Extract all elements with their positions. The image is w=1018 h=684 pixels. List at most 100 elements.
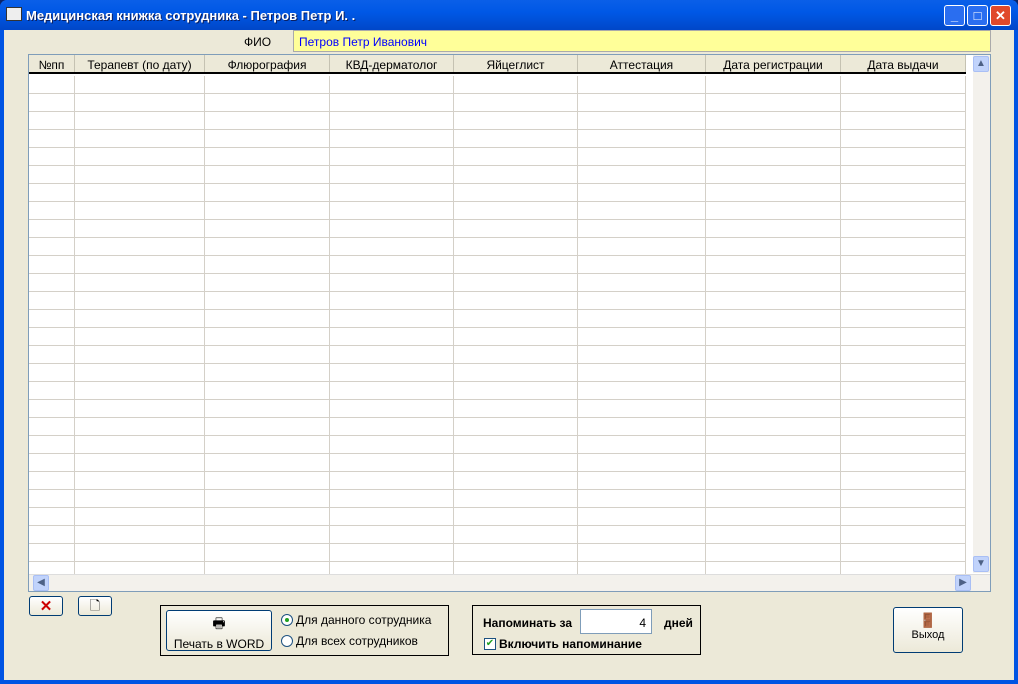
table-cell[interactable] <box>841 256 966 273</box>
table-cell[interactable] <box>841 400 966 417</box>
table-cell[interactable] <box>205 490 330 507</box>
table-cell[interactable] <box>578 490 706 507</box>
table-cell[interactable] <box>454 238 578 255</box>
table-cell[interactable] <box>578 418 706 435</box>
table-cell[interactable] <box>578 364 706 381</box>
horizontal-scrollbar[interactable]: ◀ ▶ <box>29 574 990 591</box>
table-cell[interactable] <box>330 76 454 93</box>
table-cell[interactable] <box>75 508 205 525</box>
table-cell[interactable] <box>330 508 454 525</box>
table-row[interactable] <box>29 94 966 112</box>
table-cell[interactable] <box>578 472 706 489</box>
table-cell[interactable] <box>29 328 75 345</box>
table-cell[interactable] <box>75 328 205 345</box>
table-cell[interactable] <box>205 508 330 525</box>
table-cell[interactable] <box>330 454 454 471</box>
table-cell[interactable] <box>75 310 205 327</box>
scroll-down-icon[interactable]: ▼ <box>973 556 989 572</box>
table-cell[interactable] <box>29 400 75 417</box>
table-cell[interactable] <box>578 148 706 165</box>
table-cell[interactable] <box>841 130 966 147</box>
table-cell[interactable] <box>578 382 706 399</box>
table-cell[interactable] <box>330 166 454 183</box>
table-cell[interactable] <box>205 202 330 219</box>
table-cell[interactable] <box>205 274 330 291</box>
table-cell[interactable] <box>205 148 330 165</box>
table-cell[interactable] <box>330 544 454 561</box>
table-cell[interactable] <box>706 94 841 111</box>
table-row[interactable] <box>29 274 966 292</box>
table-cell[interactable] <box>578 184 706 201</box>
table-cell[interactable] <box>330 292 454 309</box>
table-cell[interactable] <box>205 454 330 471</box>
table-cell[interactable] <box>29 436 75 453</box>
enable-reminder-checkbox[interactable]: ✔ Включить напоминание <box>484 637 642 651</box>
table-cell[interactable] <box>75 238 205 255</box>
table-cell[interactable] <box>841 274 966 291</box>
table-cell[interactable] <box>706 364 841 381</box>
table-cell[interactable] <box>75 400 205 417</box>
records-grid[interactable]: №пп Терапевт (по дату) Флюрография КВД-дерм… <box>28 54 991 592</box>
table-cell[interactable] <box>841 418 966 435</box>
table-cell[interactable] <box>75 112 205 129</box>
table-row[interactable] <box>29 256 966 274</box>
table-cell[interactable] <box>841 238 966 255</box>
table-cell[interactable] <box>841 292 966 309</box>
table-cell[interactable] <box>454 112 578 129</box>
table-cell[interactable] <box>29 256 75 273</box>
table-cell[interactable] <box>29 454 75 471</box>
table-cell[interactable] <box>75 382 205 399</box>
table-cell[interactable] <box>454 256 578 273</box>
table-cell[interactable] <box>205 526 330 543</box>
table-cell[interactable] <box>330 184 454 201</box>
scroll-right-icon[interactable]: ▶ <box>955 575 971 591</box>
table-cell[interactable] <box>75 472 205 489</box>
table-cell[interactable] <box>454 94 578 111</box>
table-cell[interactable] <box>578 256 706 273</box>
table-cell[interactable] <box>454 76 578 93</box>
table-cell[interactable] <box>75 184 205 201</box>
table-cell[interactable] <box>454 454 578 471</box>
table-cell[interactable] <box>841 382 966 399</box>
delete-button[interactable]: ✕ <box>29 596 63 616</box>
table-cell[interactable] <box>454 130 578 147</box>
table-cell[interactable] <box>578 400 706 417</box>
table-cell[interactable] <box>706 382 841 399</box>
column-header[interactable]: №пп <box>29 55 75 72</box>
column-header[interactable]: Терапевт (по дату) <box>75 55 205 72</box>
table-cell[interactable] <box>578 112 706 129</box>
table-cell[interactable] <box>29 76 75 93</box>
table-cell[interactable] <box>205 418 330 435</box>
table-cell[interactable] <box>841 328 966 345</box>
table-cell[interactable] <box>29 166 75 183</box>
table-cell[interactable] <box>706 400 841 417</box>
table-cell[interactable] <box>706 418 841 435</box>
table-cell[interactable] <box>205 130 330 147</box>
table-cell[interactable] <box>454 400 578 417</box>
table-cell[interactable] <box>205 544 330 561</box>
table-row[interactable] <box>29 526 966 544</box>
table-cell[interactable] <box>706 112 841 129</box>
table-row[interactable] <box>29 202 966 220</box>
scroll-up-icon[interactable]: ▲ <box>973 56 989 72</box>
table-cell[interactable] <box>578 454 706 471</box>
table-cell[interactable] <box>75 166 205 183</box>
table-cell[interactable] <box>29 274 75 291</box>
table-row[interactable] <box>29 400 966 418</box>
table-cell[interactable] <box>75 220 205 237</box>
table-cell[interactable] <box>578 166 706 183</box>
radio-all-employees[interactable]: Для всех сотрудников <box>281 634 418 648</box>
table-cell[interactable] <box>29 130 75 147</box>
table-cell[interactable] <box>578 130 706 147</box>
table-cell[interactable] <box>454 274 578 291</box>
column-header[interactable]: Яйцеглист <box>454 55 578 72</box>
table-row[interactable] <box>29 490 966 508</box>
table-cell[interactable] <box>706 346 841 363</box>
table-cell[interactable] <box>205 364 330 381</box>
table-cell[interactable] <box>75 364 205 381</box>
table-cell[interactable] <box>706 544 841 561</box>
table-cell[interactable] <box>578 238 706 255</box>
exit-button[interactable]: 🚪 Выход <box>893 607 963 653</box>
table-cell[interactable] <box>454 418 578 435</box>
table-cell[interactable] <box>330 274 454 291</box>
